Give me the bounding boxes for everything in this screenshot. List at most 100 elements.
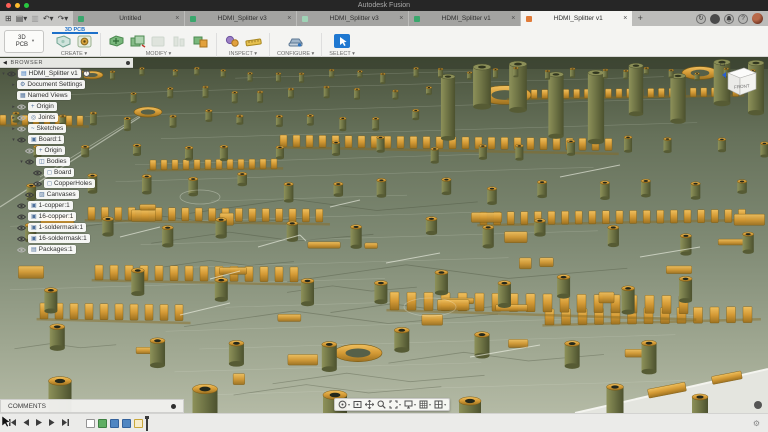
browser-item-document-settings[interactable]: ▸⚙ Document Settings	[0, 79, 150, 90]
create-via-icon[interactable]	[76, 34, 93, 49]
browser-item-16-copper-1[interactable]: ▣ 16-copper:1	[0, 211, 150, 222]
collapse-panel-icon[interactable]: ◀	[3, 60, 7, 66]
workspace-selector[interactable]: 3D PCB▾	[4, 30, 44, 53]
tab-label: HDMI_Splitter v1	[535, 15, 621, 22]
tab-strip: ⊞ ▤▾▥ ↶▾ ↷▾ Untitled × HDMI_Splitter v3 × H…	[0, 11, 768, 26]
new-tab-button[interactable]: +	[633, 11, 647, 26]
expand-icon[interactable]: ▸	[10, 115, 17, 121]
save-icon[interactable]: ▥	[31, 11, 39, 26]
grid-settings-icon[interactable]: ▾	[419, 400, 431, 409]
ribbon-group-label[interactable]: SELECT ▾	[329, 51, 355, 57]
browser-item-named-views[interactable]: ▦ Named Views	[0, 90, 150, 101]
viewport-3d[interactable]: ⌂ FRONT ◀ BROWSER ▾ ▤ HDMI_Splitter v1 +…	[0, 57, 768, 413]
replace-icon[interactable]	[150, 34, 167, 49]
browser-item-origin[interactable]: ▸+ Origin	[0, 101, 150, 112]
copy-icon[interactable]	[129, 34, 146, 49]
item-label: Named Views	[28, 92, 68, 99]
browser-item-bodies[interactable]: ▾◫ Bodies	[0, 156, 150, 167]
ruler-icon[interactable]	[245, 34, 262, 49]
step-back-button[interactable]	[22, 414, 30, 432]
browser-item-sketches[interactable]: ▸~ Sketches	[0, 123, 150, 134]
browser-item-16-soldermask-1[interactable]: ▣ 16-soldermask:1	[0, 233, 150, 244]
step-forward-button[interactable]	[48, 414, 56, 432]
tab-hdmi-splitter-v1-4[interactable]: HDMI_Splitter v1 ×	[521, 11, 632, 26]
file-menu-icon[interactable]: ▤▾	[16, 11, 28, 26]
browser-item-packages-1[interactable]: ▤ Packages:1	[0, 244, 150, 255]
expand-icon[interactable]: ▸	[10, 126, 17, 132]
browser-item-copperholes[interactable]: ◻ CopperHoles	[0, 178, 150, 189]
tab-close-icon[interactable]: ×	[175, 15, 179, 22]
ribbon-group-label[interactable]: MODIFY ▾	[146, 51, 172, 57]
browser-item-canvases[interactable]: ▨ Canvases	[0, 189, 150, 200]
expand-open-icon[interactable]: ▾	[0, 71, 7, 77]
browser-item-origin[interactable]: + Origin	[0, 145, 150, 156]
browser-item-board[interactable]: ◻ Board	[0, 167, 150, 178]
ribbon-group-create: CREATE ▾	[48, 33, 101, 57]
browser-tree: ▾ ▤ HDMI_Splitter v1 +▸⚙ Document Settin…	[0, 68, 150, 255]
machine-icon[interactable]	[287, 34, 304, 49]
notifications-bell-icon[interactable]	[724, 14, 734, 24]
home-view-icon[interactable]: ⌂	[720, 58, 725, 68]
browser-item-board-1[interactable]: ▾▣ Board:1	[0, 134, 150, 145]
zoom-icon[interactable]	[377, 400, 386, 409]
expand-icon[interactable]: ▾	[10, 137, 17, 143]
help-icon[interactable]: ?	[738, 14, 748, 24]
display-settings-icon[interactable]: ▾	[404, 400, 416, 409]
browser-header[interactable]: ◀ BROWSER	[0, 58, 133, 68]
tab-hdmi-splitter-v3-2[interactable]: HDMI_Splitter v3 ×	[297, 11, 408, 26]
ribbon-group-label[interactable]: CREATE ▾	[61, 51, 87, 57]
fit-icon[interactable]: ▾	[389, 400, 401, 409]
swap-icon[interactable]	[192, 34, 209, 49]
browser-item-joints[interactable]: ▸◎ Joints	[0, 112, 150, 123]
browser-item-1-soldermask-1[interactable]: ▣ 1-soldermask:1	[0, 222, 150, 233]
timeline-scrubber[interactable]	[146, 416, 148, 431]
create-board-icon[interactable]	[55, 34, 72, 49]
go-to-end-button[interactable]	[61, 414, 70, 432]
viewports-icon[interactable]: ▾	[434, 400, 446, 409]
align-icon[interactable]	[171, 34, 188, 49]
measure-icon[interactable]	[224, 34, 241, 49]
expand-icon[interactable]: ▾	[18, 159, 25, 165]
redo-icon[interactable]: ↷▾	[58, 11, 69, 26]
feature-board[interactable]	[98, 419, 107, 428]
browser-item-root[interactable]: ▾ ▤ HDMI_Splitter v1 +	[0, 68, 150, 79]
ribbon-group-select: SELECT ▾	[322, 33, 362, 57]
viewport-corner-icon[interactable]	[754, 401, 762, 409]
expand-icon[interactable]: ▸	[10, 104, 17, 110]
feature-copper-2[interactable]	[122, 419, 131, 428]
timeline-settings-gear-icon[interactable]: ⚙	[753, 419, 760, 428]
look-at-icon[interactable]	[353, 400, 362, 409]
undo-icon[interactable]: ↶▾	[43, 11, 54, 26]
component-icon: ▣	[31, 136, 37, 144]
document-icon	[78, 16, 84, 22]
item-label: Sketches	[37, 125, 64, 132]
comments-bar[interactable]: COMMENTS	[0, 399, 184, 413]
sync-icon[interactable]: ↻	[696, 14, 706, 24]
expand-icon[interactable]: ▸	[10, 82, 17, 88]
feature-pending[interactable]	[134, 419, 143, 428]
move-icon[interactable]	[108, 34, 125, 49]
tab-close-icon[interactable]: ×	[399, 15, 403, 22]
feature-copper-1[interactable]	[110, 419, 119, 428]
play-button[interactable]	[35, 414, 43, 432]
job-status-icon[interactable]	[710, 14, 720, 24]
feature-empty[interactable]	[86, 419, 95, 428]
browser-item-1-copper-1[interactable]: ▣ 1-copper:1	[0, 200, 150, 211]
pan-icon[interactable]	[365, 400, 374, 409]
select-icon[interactable]	[333, 33, 351, 49]
tab-hdmi-splitter-v3-1[interactable]: HDMI_Splitter v3 ×	[185, 11, 296, 26]
ribbon-group-configure: CONFIGURE ▾	[270, 33, 322, 57]
add-icon[interactable]: +	[83, 70, 90, 77]
ribbon-group-label[interactable]: CONFIGURE ▾	[277, 51, 314, 57]
orbit-icon[interactable]: ▾	[338, 400, 350, 409]
user-avatar[interactable]	[752, 13, 763, 24]
origin-icon: +	[31, 103, 35, 111]
ribbon-group-label[interactable]: INSPECT ▾	[229, 51, 257, 57]
view-cube[interactable]: ⌂ FRONT	[714, 57, 766, 103]
tab-close-icon[interactable]: ×	[287, 15, 291, 22]
app-grid-icon[interactable]: ⊞	[5, 11, 12, 26]
tab-untitled-0[interactable]: Untitled ×	[73, 11, 184, 26]
tab-hdmi-splitter-v1-3[interactable]: HDMI_Splitter v1 ×	[409, 11, 520, 26]
tab-close-icon[interactable]: ×	[623, 15, 627, 22]
tab-close-icon[interactable]: ×	[511, 15, 515, 22]
